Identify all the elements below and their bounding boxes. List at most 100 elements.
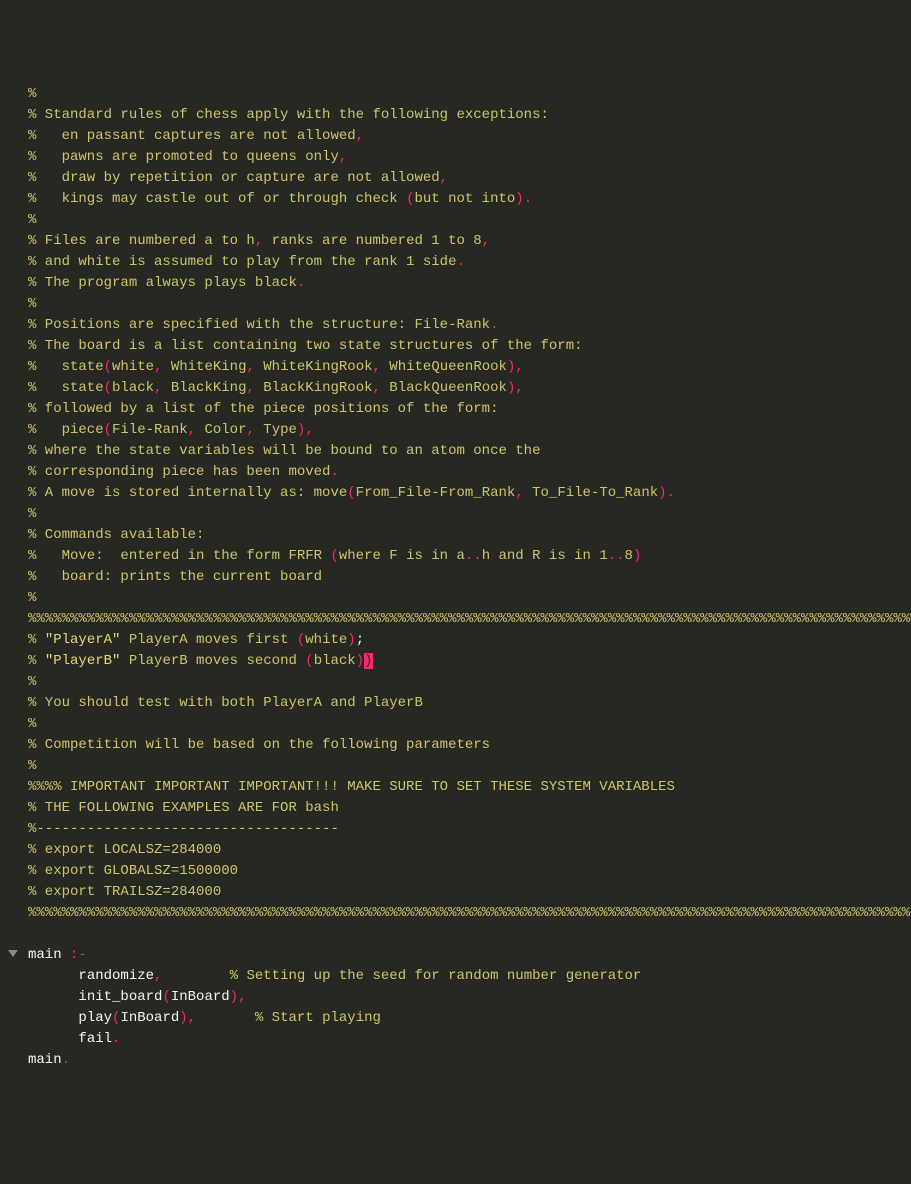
token-punct: .	[456, 254, 464, 270]
token-punct: .	[330, 464, 338, 480]
token-punct: ,	[515, 359, 523, 375]
token-string: "PlayerB"	[45, 653, 121, 669]
code-line: fail.	[8, 1029, 903, 1050]
token-comment: but not into	[414, 191, 515, 207]
token-comment: WhiteKing	[162, 359, 246, 375]
token-comment: % state	[28, 380, 104, 396]
token-comment: % export TRAILSZ=284000	[28, 884, 221, 900]
token-punct: .	[62, 1052, 70, 1068]
token-comment: WhiteQueenRook	[381, 359, 507, 375]
code-line: %------------------------------------	[8, 819, 903, 840]
token-punct: ,	[255, 233, 263, 249]
token-comment: % and white is assumed to play from the …	[28, 254, 456, 270]
token-punct: .	[490, 317, 498, 333]
token-text: main	[28, 1052, 62, 1068]
token-punct: ..	[608, 548, 625, 564]
code-line	[8, 924, 903, 945]
code-line: % A move is stored internally as: move(F…	[8, 483, 903, 504]
token-comment: WhiteKingRook	[255, 359, 373, 375]
token-comment: From_File-From_Rank	[356, 485, 516, 501]
token-punct: ,	[246, 359, 254, 375]
code-line: % "PlayerA" PlayerA moves first (white);	[8, 630, 903, 651]
token-comment: %%%% IMPORTANT IMPORTANT IMPORTANT!!! MA…	[28, 779, 675, 795]
token-comment: %	[28, 590, 36, 606]
token-comment: black	[112, 380, 154, 396]
code-line: % Move: entered in the form FRFR (where …	[8, 546, 903, 567]
token-punct: )	[347, 632, 355, 648]
token-comment: PlayerB moves second	[120, 653, 305, 669]
code-line: % state(black, BlackKing, BlackKingRook,…	[8, 378, 903, 399]
code-line: % THE FOLLOWING EXAMPLES ARE FOR bash	[8, 798, 903, 819]
token-punct: .	[524, 191, 532, 207]
token-text: InBoard	[171, 989, 230, 1005]
token-punct: )	[658, 485, 666, 501]
token-comment: %%%%%%%%%%%%%%%%%%%%%%%%%%%%%%%%%%%%%%%%…	[28, 611, 911, 627]
token-comment: % piece	[28, 422, 104, 438]
token-punct: ,	[246, 422, 254, 438]
token-comment: BlackKing	[162, 380, 246, 396]
token-punct: (	[104, 422, 112, 438]
token-comment: %	[28, 296, 36, 312]
code-line: % Competition will be based on the follo…	[8, 735, 903, 756]
token-punct: ,	[339, 149, 347, 165]
token-comment: % export GLOBALSZ=1500000	[28, 863, 238, 879]
token-punct: ,	[373, 359, 381, 375]
token-punct: ,	[373, 380, 381, 396]
token-comment: %	[28, 653, 45, 669]
code-line: %	[8, 672, 903, 693]
token-punct: (	[347, 485, 355, 501]
token-comment: % state	[28, 359, 104, 375]
code-line: % The program always plays black.	[8, 273, 903, 294]
code-line: % export TRAILSZ=284000	[8, 882, 903, 903]
token-comment: 8	[625, 548, 633, 564]
token-punct: :-	[70, 947, 87, 963]
token-comment: %	[28, 212, 36, 228]
token-comment: Type	[255, 422, 297, 438]
token-punct: (	[162, 989, 170, 1005]
code-line: %	[8, 588, 903, 609]
token-comment: where F is in a	[339, 548, 465, 564]
token-comment: % A move is stored internally as: move	[28, 485, 347, 501]
token-comment: % export LOCALSZ=284000	[28, 842, 221, 858]
token-comment: % THE FOLLOWING EXAMPLES ARE FOR bash	[28, 800, 339, 816]
token-punct: (	[104, 380, 112, 396]
code-line: % draw by repetition or capture are not …	[8, 168, 903, 189]
code-line: %	[8, 210, 903, 231]
token-comment: % board: prints the current board	[28, 569, 322, 585]
code-line: % Positions are specified with the struc…	[8, 315, 903, 336]
token-punct: ,	[515, 380, 523, 396]
token-punct: ,	[246, 380, 254, 396]
token-punct: ,	[515, 485, 523, 501]
token-punct: ,	[356, 128, 364, 144]
code-line: %	[8, 294, 903, 315]
code-line: %%%% IMPORTANT IMPORTANT IMPORTANT!!! MA…	[8, 777, 903, 798]
code-line: % You should test with both PlayerA and …	[8, 693, 903, 714]
token-comment: % Move: entered in the form FRFR	[28, 548, 330, 564]
code-line: % The board is a list containing two sta…	[8, 336, 903, 357]
token-comment: BlackQueenRook	[381, 380, 507, 396]
token-comment: % en passant captures are not allowed	[28, 128, 356, 144]
token-punct: ,	[440, 170, 448, 186]
code-line: init_board(InBoard),	[8, 987, 903, 1008]
token-comment: % Standard rules of chess apply with the…	[28, 107, 549, 123]
code-line: % board: prints the current board	[8, 567, 903, 588]
token-punct: )	[633, 548, 641, 564]
code-line: % state(white, WhiteKing, WhiteKingRook,…	[8, 357, 903, 378]
token-punct: ,	[188, 422, 196, 438]
fold-marker-icon[interactable]	[8, 950, 18, 957]
token-punct: (	[305, 653, 313, 669]
code-line: % export GLOBALSZ=1500000	[8, 861, 903, 882]
token-text: randomize	[78, 968, 154, 984]
token-comment: %	[28, 86, 36, 102]
code-line: % kings may castle out of or through che…	[8, 189, 903, 210]
token-comment: %------------------------------------	[28, 821, 339, 837]
code-line: randomize, % Setting up the seed for ran…	[8, 966, 903, 987]
token-comment: % Competition will be based on the follo…	[28, 737, 490, 753]
token-comment: % Files are numbered a to h	[28, 233, 255, 249]
token-text: main	[28, 947, 70, 963]
token-comment: ranks are numbered 1 to 8	[263, 233, 481, 249]
token-comment: To_File-To_Rank	[524, 485, 658, 501]
token-comment: % Commands available:	[28, 527, 204, 543]
code-editor[interactable]: % % Standard rules of chess apply with th…	[0, 84, 911, 1079]
code-line: %%%%%%%%%%%%%%%%%%%%%%%%%%%%%%%%%%%%%%%%…	[8, 903, 903, 924]
